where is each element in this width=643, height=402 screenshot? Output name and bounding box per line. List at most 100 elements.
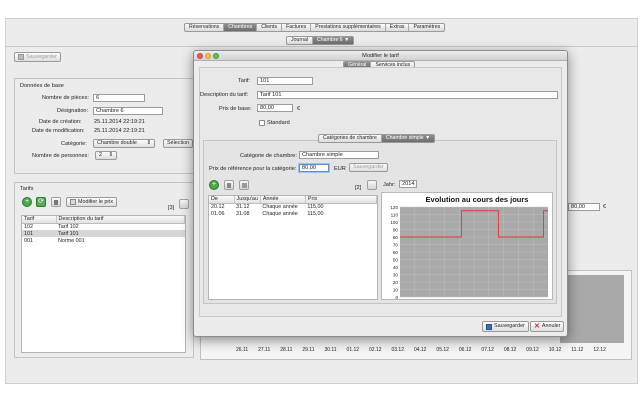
period-cell: 115,00 [307, 210, 324, 217]
periods-count: [2] [355, 185, 362, 191]
ref-price-field[interactable]: 80,00 [299, 164, 329, 172]
tab-categories[interactable]: Catégories de chambre [319, 135, 382, 142]
top-tab[interactable]: Prestations supplémentaires [311, 24, 386, 31]
pieces-field[interactable]: 6 [93, 94, 145, 102]
dialog-title: Modifier le tarif [362, 53, 399, 59]
dlg-base-price-label: Prix de base: [219, 106, 252, 112]
background-date-label: 01.12 [346, 347, 360, 353]
tarifs-count: [3] [168, 205, 175, 211]
copy-period-button[interactable] [239, 180, 249, 190]
selection-button[interactable]: Sélection [163, 139, 194, 148]
trash-icon [227, 183, 231, 188]
add-tarif-button[interactable]: + [22, 197, 32, 207]
chart-y-tick-label: 110 [391, 212, 399, 217]
background-date-label: 10.12 [548, 347, 562, 353]
top-tab[interactable]: Factures [282, 24, 312, 31]
period-cell: 01.06 [211, 210, 225, 217]
background-date-label: 29.11 [302, 347, 315, 353]
chart-y-tick-label: 0 [395, 295, 398, 300]
period-col-to[interactable]: Jusqu'au [234, 196, 261, 204]
tarif-row[interactable]: 102 Tarif 102 [22, 223, 185, 230]
period-col-year[interactable]: Année [260, 196, 306, 204]
period-cell: 20.12 [211, 203, 225, 210]
background-plot [560, 275, 624, 343]
add-period-button[interactable]: + [209, 180, 219, 190]
modify-price-button[interactable]: Modifier le prix [66, 197, 118, 207]
year-field[interactable]: 2014 [399, 180, 417, 188]
save-icon [18, 54, 24, 60]
dialog-save-button[interactable]: Sauvegarder [482, 321, 529, 332]
dialog-cancel-button[interactable]: ✕ Annuler [530, 321, 565, 332]
dlg-base-currency: € [297, 106, 301, 112]
tab-journal[interactable]: Journal [287, 37, 314, 44]
period-row[interactable]: 20.12 31.12 Chaque année 115,00 [209, 203, 377, 210]
chart-y-tick-label: 10 [393, 287, 399, 292]
close-icon[interactable] [197, 53, 203, 59]
refresh-button[interactable]: ⟳ [36, 197, 46, 207]
personnes-label: Nombre de personnes: [32, 153, 89, 159]
modify-price-label: Modifier le prix [78, 198, 114, 205]
personnes-select[interactable]: 2 ⇕ [95, 151, 117, 160]
tarifs-table: Tarif Description du tarif 102 Tarif 102 1… [22, 216, 185, 244]
ref-save-label: Sauvegarder [353, 164, 384, 170]
personnes-value: 2 [99, 152, 102, 158]
background-date-label: 04.12 [413, 347, 427, 353]
background-date-label: 26.11 [236, 347, 249, 353]
room-category-field[interactable]: Chambre simple [299, 151, 379, 159]
zoom-icon[interactable] [213, 53, 219, 59]
chart-y-tick-label: 20 [393, 280, 399, 285]
standard-checkbox[interactable] [259, 120, 265, 126]
period-cell: 31.08 [236, 210, 250, 217]
chart-y-tick-label: 80 [393, 235, 399, 240]
tarif-cell: Tarif 101 [58, 230, 79, 237]
period-cell: 115,00 [307, 203, 324, 210]
standard-label: Standard [267, 120, 290, 126]
save-button[interactable]: Sauvegarder [14, 52, 61, 62]
tarif-row[interactable]: 101 Tarif 101 [22, 230, 185, 237]
top-tab-bar: Réservations Chambres Clients Factures Prest… [184, 23, 446, 32]
dlg-base-price-field[interactable]: 80,00 [257, 104, 293, 112]
ref-price-label: Prix de référence pour la catégorie: [209, 166, 297, 172]
tab-chambre[interactable]: Chambre 6 ▼ [313, 37, 354, 44]
tab-chambre-simple[interactable]: Chambre simple ▼ [381, 135, 435, 142]
tarif-cell: Norme 001 [58, 237, 85, 244]
background-price-field[interactable]: 80,00 [568, 203, 600, 211]
selection-label: Sélection [167, 140, 190, 146]
year-label: Jahr: [383, 182, 396, 188]
filter-button[interactable] [179, 199, 189, 209]
period-col-price[interactable]: Prix [305, 196, 378, 204]
top-tab[interactable]: Paramètres [409, 24, 444, 31]
background-date-label: 03.12 [391, 347, 404, 353]
tarifs-title: Tarifs [20, 186, 34, 192]
modification-label: Date de modification: [32, 128, 85, 134]
inner-tabs: Catégories de chambre Chambre simple ▼ [318, 134, 436, 143]
chart-y-tick-label: 40 [393, 265, 399, 270]
filter-period-button[interactable] [367, 180, 377, 190]
delete-button[interactable] [51, 197, 61, 207]
minimize-icon[interactable] [205, 53, 211, 59]
plus-icon: + [211, 181, 217, 188]
tarifs-col-description[interactable]: Description du tarif [56, 216, 185, 224]
designation-field[interactable]: Chambre 6 [93, 107, 163, 115]
dlg-tarif-label: Tarif: [238, 78, 251, 84]
top-tab[interactable]: Chambres [224, 24, 258, 31]
top-tab[interactable]: Clients [257, 24, 283, 31]
delete-period-button[interactable] [224, 180, 234, 190]
background-date-label: 11.12 [571, 347, 584, 353]
dlg-tarif-field[interactable]: 101 [257, 77, 313, 85]
tarif-row[interactable]: 001 Norme 001 [22, 237, 185, 244]
period-col-from[interactable]: De [209, 196, 235, 204]
background-date-label: 12.12 [593, 347, 606, 353]
categorie-value: Chambre double [97, 140, 137, 146]
base-data-title: Données de base [20, 83, 64, 89]
tarifs-col-tarif[interactable]: Tarif [22, 216, 57, 224]
top-tab[interactable]: Extras [386, 24, 410, 31]
sub-tab-bar: Journal Chambre 6 ▼ [286, 36, 355, 45]
tarifs-table-wrap: Tarif Description du tarif 102 Tarif 102 1… [21, 215, 186, 353]
top-tab[interactable]: Réservations [185, 24, 225, 31]
background-date-label: 05.12 [436, 347, 449, 353]
ref-save-button[interactable]: Sauvegarder [349, 163, 388, 172]
period-row[interactable]: 01.06 31.08 Chaque année 115,00 [209, 210, 377, 217]
dlg-description-field[interactable]: Tarif 101 [257, 91, 558, 99]
categorie-select[interactable]: Chambre double ⇕ [93, 139, 155, 148]
